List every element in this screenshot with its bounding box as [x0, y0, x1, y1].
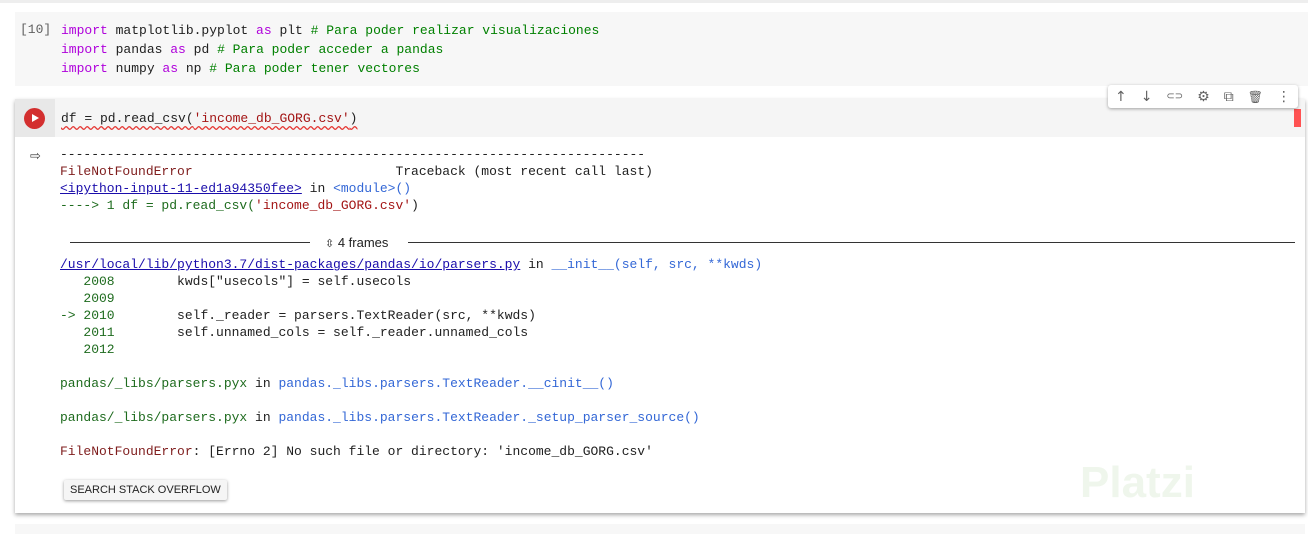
line-number: 2010: [83, 308, 115, 323]
source-line: 2011 self.unnamed_cols = self._reader.un…: [60, 324, 528, 341]
in-text: in: [520, 257, 552, 272]
keyword: import: [61, 61, 108, 76]
top-divider: [0, 0, 1308, 3]
module-name: <module>(): [333, 181, 412, 196]
frames-label[interactable]: ⇳ 4 frames: [325, 235, 388, 250]
traceback-dashes: ----------------------------------------…: [60, 147, 646, 162]
traceback-header: FileNotFoundError Traceback (most recent…: [60, 163, 653, 180]
code-line[interactable]: import numpy as np # Para poder tener ve…: [61, 59, 420, 78]
code-text: ----> 1 df = pd.read_csv(: [60, 198, 256, 213]
line-marker: [60, 274, 83, 289]
frames-count: 4 frames: [337, 235, 389, 250]
gear-icon[interactable]: ⚙: [1197, 89, 1210, 105]
collapsed-frames-toggle[interactable]: ⇳ 4 frames: [70, 235, 1295, 250]
error-message: : [Errno 2] No such file or directory: '…: [192, 444, 653, 459]
source-code: self._reader = parsers.TextReader(src, *…: [114, 308, 536, 323]
function-name: pandas._libs.parsers.TextReader.__cinit_…: [278, 376, 614, 391]
function-name: __init__(self, src, **kwds): [551, 257, 763, 272]
source-code: self.unnamed_cols = self._reader.unnamed…: [114, 325, 529, 340]
code-text: numpy: [107, 61, 163, 76]
line-marker: ->: [60, 308, 84, 323]
pyx-file: pandas/_libs/parsers.pyx: [60, 376, 248, 391]
code-text: np: [178, 61, 210, 76]
source-code: kwds["usecols"] = self.usecols: [114, 274, 412, 289]
line-number: 2009: [83, 291, 115, 306]
pyx-file: pandas/_libs/parsers.pyx: [60, 410, 248, 425]
cell-gutter: [15, 99, 55, 137]
traceback-frame: /usr/local/lib/python3.7/dist-packages/p…: [60, 256, 762, 273]
divider: [408, 242, 1295, 243]
traceback-frame: pandas/_libs/parsers.pyx in pandas._libs…: [60, 409, 700, 426]
source-line: 2008 kwds["usecols"] = self.usecols: [60, 273, 411, 290]
unfold-icon: ⇳: [325, 238, 335, 250]
keyword: import: [61, 42, 108, 57]
next-cell[interactable]: [15, 524, 1305, 534]
code-text: plt: [271, 23, 311, 38]
code-text: pandas: [107, 42, 171, 57]
comment: # Para poder acceder a pandas: [217, 42, 444, 57]
run-cell-button[interactable]: [24, 108, 45, 129]
source-line: 2009: [60, 290, 115, 307]
execution-count: [10]: [20, 22, 52, 37]
line-marker: [60, 325, 83, 340]
keyword: as: [162, 61, 179, 76]
traceback-frame: pandas/_libs/parsers.pyx in pandas._libs…: [60, 375, 614, 392]
code-line[interactable]: import matplotlib.pyplot as plt # Para p…: [61, 21, 599, 40]
in-text: in: [247, 410, 279, 425]
code-text: ): [349, 111, 358, 126]
keyword: as: [170, 42, 186, 57]
line-number: 2011: [83, 325, 115, 340]
line-marker: [60, 291, 83, 306]
line-number: 2012: [83, 342, 115, 357]
final-error: FileNotFoundError: [Errno 2] No such fil…: [60, 443, 653, 460]
trash-icon[interactable]: 🗑: [1248, 90, 1263, 104]
line-number: 2008: [83, 274, 115, 289]
code-text: df = pd.read_csv(: [61, 111, 194, 126]
traceback-label: Traceback (most recent call last): [192, 164, 653, 179]
string-literal: 'income_db_GORG.csv': [193, 111, 350, 126]
code-line[interactable]: df = pd.read_csv('income_db_GORG.csv'): [61, 109, 357, 128]
function-name: pandas._libs.parsers.TextReader._setup_p…: [278, 410, 700, 425]
keyword: as: [256, 23, 272, 38]
code-text: ): [411, 198, 419, 213]
code-text: pd: [185, 42, 218, 57]
divider: [70, 242, 310, 243]
in-text: in: [301, 181, 334, 196]
mirror-cell-icon[interactable]: ⧉: [1224, 89, 1234, 105]
move-down-icon[interactable]: ↓: [1141, 89, 1153, 105]
comment: # Para poder tener vectores: [209, 61, 420, 76]
code-text: matplotlib.pyplot: [107, 23, 257, 38]
error-name: FileNotFoundError: [60, 164, 193, 179]
error-scroll-marker: [1294, 109, 1301, 127]
keyword: import: [61, 23, 108, 38]
output-icon[interactable]: ⇨: [30, 149, 41, 164]
in-text: in: [247, 376, 279, 391]
ipython-input-link[interactable]: <ipython-input-11-ed1a94350fee>: [60, 181, 302, 196]
search-stack-overflow-button[interactable]: SEARCH STACK OVERFLOW: [64, 480, 227, 500]
traceback-arrow-line: ----> 1 df = pd.read_csv('income_db_GORG…: [60, 197, 419, 214]
platzi-watermark: Platzi: [1080, 458, 1195, 507]
code-cell-read-csv[interactable]: df = pd.read_csv('income_db_GORG.csv') ⇨…: [15, 99, 1305, 513]
string-literal: 'income_db_GORG.csv': [255, 198, 412, 213]
error-name: FileNotFoundError: [60, 444, 193, 459]
cell-toolbar: ↑ ↓ ⊂⊃ ⚙ ⧉ 🗑 ⋮: [1108, 85, 1298, 108]
comment: # Para poder realizar visualizaciones: [310, 23, 600, 38]
more-vert-icon[interactable]: ⋮: [1277, 89, 1291, 105]
code-line[interactable]: import pandas as pd # Para poder acceder…: [61, 40, 443, 59]
traceback-input-line: <ipython-input-11-ed1a94350fee> in <modu…: [60, 180, 411, 197]
source-line: 2012: [60, 341, 115, 358]
source-line-current: -> 2010 self._reader = parsers.TextReade…: [60, 307, 536, 324]
parsers-file-link[interactable]: /usr/local/lib/python3.7/dist-packages/p…: [60, 257, 520, 272]
code-cell-imports[interactable]: [10] import matplotlib.pyplot as plt # P…: [15, 12, 1308, 86]
link-icon[interactable]: ⊂⊃: [1166, 91, 1183, 102]
line-marker: [60, 342, 83, 357]
move-up-icon[interactable]: ↑: [1115, 89, 1127, 105]
